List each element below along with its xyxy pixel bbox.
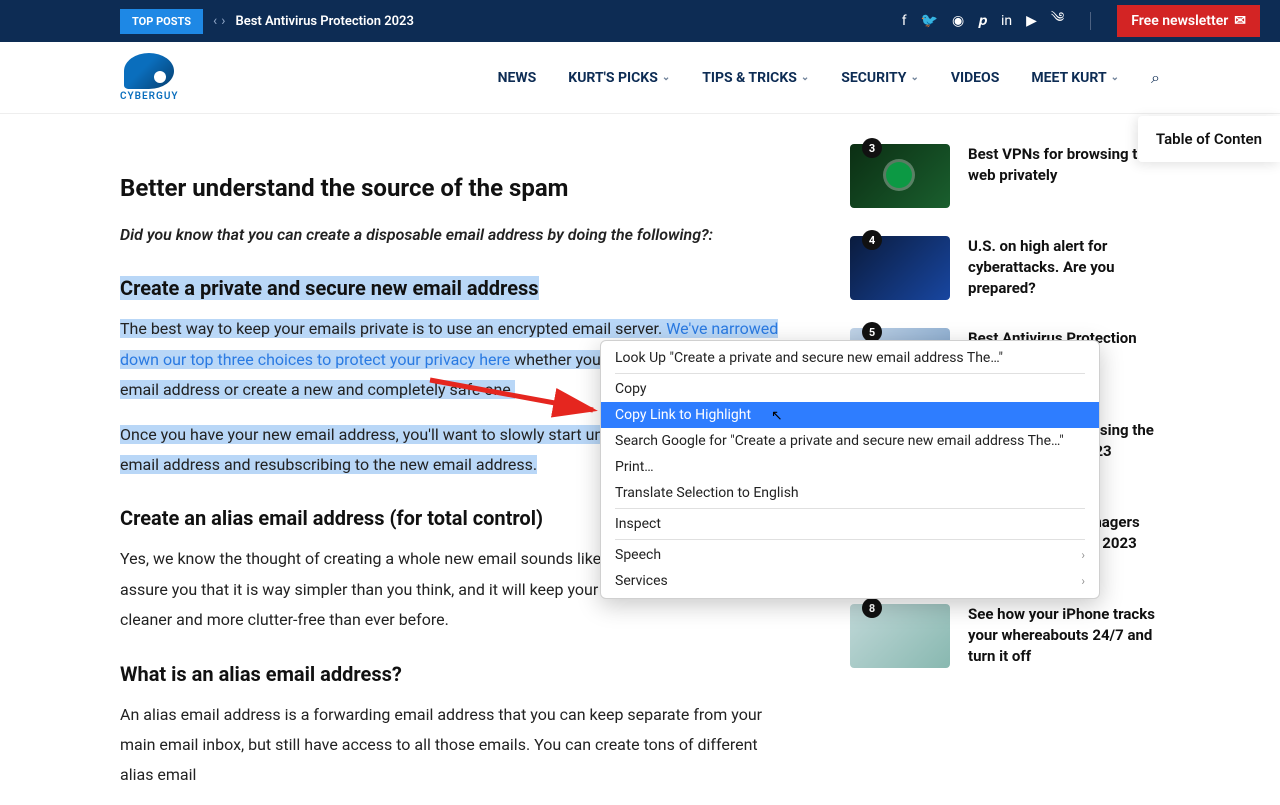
rank-badge: 3 xyxy=(862,138,882,158)
ctx-search-google[interactable]: Search Google for "Create a private and … xyxy=(601,428,1099,454)
table-of-contents-tab[interactable]: Table of Conten xyxy=(1138,116,1280,162)
nav-security[interactable]: SECURITY⌄ xyxy=(841,70,919,86)
chevron-down-icon: ⌄ xyxy=(662,72,670,83)
next-post-arrow[interactable]: › xyxy=(221,13,225,29)
logo-text: CYBERGUY xyxy=(120,91,179,102)
prev-post-arrow[interactable]: ‹ xyxy=(213,13,217,29)
main-nav-bar: CYBERGUY NEWS KURT'S PICKS⌄ TIPS & TRICK… xyxy=(0,42,1280,114)
ctx-lookup[interactable]: Look Up "Create a private and secure new… xyxy=(601,345,1099,371)
ctx-translate[interactable]: Translate Selection to English xyxy=(601,480,1099,506)
sidebar-title: Best VPNs for browsing the web privately xyxy=(968,144,1160,208)
sidebar-title: U.S. on high alert for cyberattacks. Are… xyxy=(968,236,1160,300)
top-headline-link[interactable]: Best Antivirus Protection 2023 xyxy=(235,14,413,29)
sub-heading-c: What is an alias email address? xyxy=(120,662,790,686)
sidebar-title: See how your iPhone tracks your whereabo… xyxy=(968,604,1160,668)
logo-icon xyxy=(124,53,174,89)
ctx-speech[interactable]: Speech› xyxy=(601,542,1099,568)
site-logo[interactable]: CYBERGUY xyxy=(120,53,179,102)
rss-icon[interactable]: ༄ xyxy=(1051,1,1064,41)
newsletter-label: Free newsletter xyxy=(1131,13,1228,29)
linkedin-icon[interactable]: in xyxy=(1001,13,1012,29)
youtube-icon[interactable]: ▶ xyxy=(1026,13,1037,29)
ctx-separator xyxy=(615,508,1085,509)
ctx-separator xyxy=(615,539,1085,540)
ctx-copy-link-highlight[interactable]: Copy Link to Highlight xyxy=(601,402,1099,428)
divider xyxy=(1090,12,1091,30)
social-icons: f 🐦 ◉ 𝒑 in ▶ ༄ Free newsletter ✉ xyxy=(902,1,1260,41)
nav-tips-tricks[interactable]: TIPS & TRICKS⌄ xyxy=(702,70,809,86)
top-post-nav: ‹ › xyxy=(213,13,225,29)
sidebar-item[interactable]: 3 Best VPNs for browsing the web private… xyxy=(850,144,1160,208)
ctx-separator xyxy=(615,373,1085,374)
section-heading: Better understand the source of the spam xyxy=(120,174,790,202)
ctx-inspect[interactable]: Inspect xyxy=(601,511,1099,537)
facebook-icon[interactable]: f xyxy=(902,13,907,29)
ctx-services[interactable]: Services› xyxy=(601,568,1099,594)
chevron-down-icon: ⌄ xyxy=(910,72,918,83)
pinterest-icon[interactable]: 𝒑 xyxy=(978,13,987,29)
nav-news[interactable]: NEWS xyxy=(498,70,537,86)
twitter-icon[interactable]: 🐦 xyxy=(921,13,938,29)
top-posts-badge: TOP POSTS xyxy=(120,9,203,34)
submenu-arrow-icon: › xyxy=(1081,548,1085,562)
paragraph-4: An alias email address is a forwarding e… xyxy=(120,700,790,791)
top-bar: TOP POSTS ‹ › Best Antivirus Protection … xyxy=(0,0,1280,42)
submenu-arrow-icon: › xyxy=(1081,574,1085,588)
sidebar-item[interactable]: 4 U.S. on high alert for cyberattacks. A… xyxy=(850,236,1160,300)
ctx-copy[interactable]: Copy xyxy=(601,376,1099,402)
search-icon[interactable]: ⌕ xyxy=(1151,68,1160,88)
nav-videos[interactable]: VIDEOS xyxy=(951,70,1000,86)
ctx-print[interactable]: Print… xyxy=(601,454,1099,480)
intro-text: Did you know that you can create a dispo… xyxy=(120,225,713,244)
instagram-icon[interactable]: ◉ xyxy=(952,13,964,29)
chevron-down-icon: ⌄ xyxy=(1111,72,1119,83)
newsletter-button[interactable]: Free newsletter ✉ xyxy=(1117,5,1260,37)
sub-heading-a: Create a private and secure new email ad… xyxy=(120,276,539,300)
nav-links: NEWS KURT'S PICKS⌄ TIPS & TRICKS⌄ SECURI… xyxy=(498,68,1160,88)
rank-badge: 8 xyxy=(862,598,882,618)
sidebar-item[interactable]: 8 See how your iPhone tracks your wherea… xyxy=(850,604,1160,668)
nav-meet-kurt[interactable]: MEET KURT⌄ xyxy=(1031,70,1119,86)
context-menu: Look Up "Create a private and secure new… xyxy=(600,340,1100,599)
rank-badge: 5 xyxy=(862,322,882,342)
envelope-icon: ✉ xyxy=(1234,13,1246,29)
chevron-down-icon: ⌄ xyxy=(801,72,809,83)
rank-badge: 4 xyxy=(862,230,882,250)
nav-kurts-picks[interactable]: KURT'S PICKS⌄ xyxy=(568,70,670,86)
